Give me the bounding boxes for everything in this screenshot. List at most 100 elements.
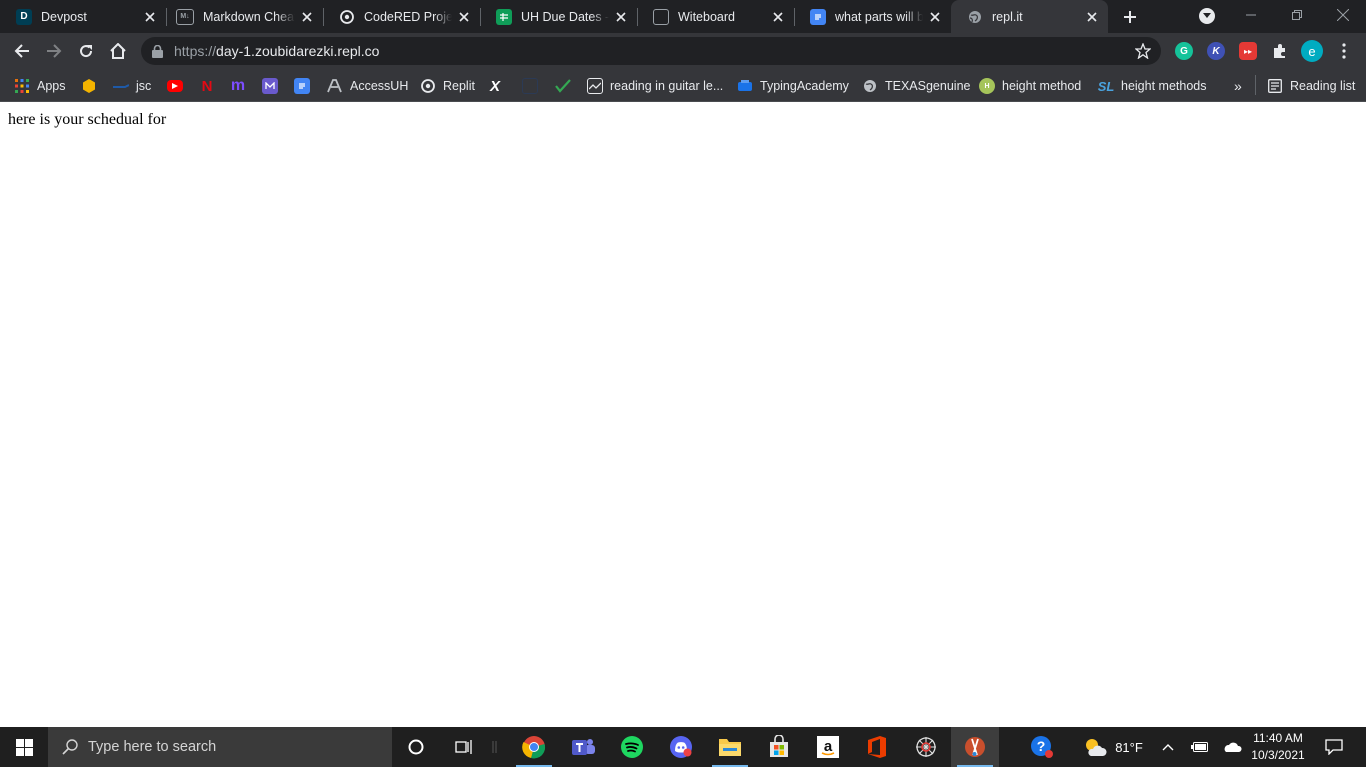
bookmark-label: height method (1002, 79, 1082, 93)
discord-taskbar-icon[interactable] (657, 727, 705, 767)
bookmark-height-method[interactable]: H height method (979, 74, 1081, 98)
bookmark-replit[interactable]: Replit (420, 74, 475, 98)
bookmarks-separator (1255, 75, 1256, 95)
amazon-taskbar-icon[interactable]: a (804, 727, 852, 767)
docs-icon (810, 8, 826, 25)
show-hidden-icons-chevron-up-icon[interactable] (1156, 727, 1180, 767)
close-icon[interactable] (927, 9, 943, 25)
page-text: here is your schedual for (8, 111, 167, 128)
taskbar-divider (480, 727, 510, 767)
close-icon[interactable] (1084, 9, 1100, 25)
replit-icon (420, 78, 436, 94)
microsoft-store-taskbar-icon[interactable] (755, 727, 803, 767)
tab-codered[interactable]: CodeRED Project (323, 0, 480, 33)
clock-date: 10/3/2021 (1251, 748, 1305, 762)
lock-icon[interactable] (152, 44, 164, 58)
reading-list-button[interactable]: Reading list (1267, 74, 1355, 98)
close-icon[interactable] (613, 9, 629, 25)
extensions-puzzle-icon[interactable] (1271, 42, 1289, 60)
bookmark-star-icon[interactable] (1134, 42, 1152, 60)
docs-icon (294, 78, 310, 94)
snipping-tool-taskbar-icon[interactable] (951, 727, 999, 767)
tab-replit-active[interactable]: repl.it (951, 0, 1108, 33)
reload-button[interactable] (72, 37, 100, 65)
system-clock[interactable]: 11:40 AM 10/3/2021 (1248, 730, 1308, 764)
bookmark-label: jsc (136, 79, 152, 93)
bookmark-label: TEXASgenuine (885, 79, 971, 93)
help-icon[interactable]: ? (1025, 727, 1059, 767)
windows-icon (15, 738, 33, 756)
grammarly-icon[interactable]: G (1175, 42, 1193, 60)
jsc-icon (113, 78, 129, 94)
back-button[interactable] (8, 37, 36, 65)
devpost-icon: D (16, 8, 32, 25)
markdown-icon: M↓ (176, 8, 194, 25)
close-icon[interactable] (142, 9, 158, 25)
home-button[interactable] (104, 37, 132, 65)
bookmark-guitar[interactable]: reading in guitar le... (587, 74, 723, 98)
bookmark-green[interactable] (555, 74, 578, 98)
address-bar[interactable]: https://day-1.zoubidarezki.repl.co (141, 37, 1161, 65)
video-speed-icon[interactable]: ▸▸ (1239, 42, 1257, 60)
bookmark-apps[interactable]: Apps (14, 74, 66, 98)
restore-button[interactable] (1274, 0, 1320, 30)
close-window-button[interactable] (1320, 0, 1366, 30)
tab-devpost[interactable]: D Devpost (0, 0, 166, 33)
bookmark-youtube[interactable] (167, 74, 190, 98)
bookmark-m[interactable]: m (230, 74, 253, 98)
kami-icon[interactable]: K (1207, 42, 1225, 60)
bookmark-jsc[interactable]: jsc (113, 74, 151, 98)
start-button[interactable] (0, 727, 48, 767)
weather-widget[interactable]: 81°F (1078, 727, 1148, 767)
bookmark-purple[interactable] (262, 74, 285, 98)
cortana-button[interactable] (392, 727, 440, 767)
teams-taskbar-icon[interactable] (559, 727, 607, 767)
youtube-icon (167, 80, 183, 92)
close-icon[interactable] (770, 9, 786, 25)
tab-witeboard[interactable]: Witeboard (637, 0, 794, 33)
onedrive-cloud-icon[interactable] (1218, 727, 1246, 767)
bookmark-netflix[interactable]: N (199, 74, 222, 98)
tab-uh-due-dates[interactable]: UH Due Dates - G (480, 0, 637, 33)
bookmark-accessuh[interactable]: AccessUH (327, 74, 408, 98)
bookmark-typing[interactable]: TypingAcademy (737, 74, 849, 98)
close-icon[interactable] (456, 9, 472, 25)
browser-toolbar: https://day-1.zoubidarezki.repl.co G K ▸… (0, 33, 1366, 69)
tab-markdown[interactable]: M↓ Markdown Cheatsheet (166, 0, 323, 33)
tab-title: Markdown Cheatsheet (203, 9, 295, 24)
check-logo-icon (555, 78, 571, 94)
chrome-taskbar-icon[interactable] (510, 727, 558, 767)
more-bookmarks-button[interactable]: » (1234, 74, 1242, 98)
partly-sunny-icon (1083, 737, 1107, 757)
tab-title: CodeRED Project (364, 9, 452, 24)
replit-icon (339, 9, 355, 25)
svg-text:?: ? (1037, 738, 1046, 754)
web-app-taskbar-icon[interactable] (902, 727, 950, 767)
weather-temperature: 81°F (1115, 739, 1143, 755)
bookmark-height-methods[interactable]: SL height methods (1098, 74, 1207, 98)
notifications-icon[interactable] (1318, 727, 1350, 767)
bookmark-texasgenuine[interactable]: TEXASgenuine (862, 74, 970, 98)
witeboard-icon (653, 8, 669, 25)
office-taskbar-icon[interactable] (853, 727, 901, 767)
battery-icon[interactable] (1186, 727, 1214, 767)
bookmark-hexagon[interactable] (81, 74, 104, 98)
file-explorer-taskbar-icon[interactable] (706, 727, 754, 767)
forward-button[interactable] (40, 37, 68, 65)
image-icon (587, 78, 603, 94)
spotify-taskbar-icon[interactable] (608, 727, 656, 767)
menu-kebab-icon[interactable] (1335, 42, 1353, 60)
bookmark-docs[interactable] (294, 74, 317, 98)
tab-search-icon[interactable] (1199, 8, 1215, 24)
tab-docs[interactable]: what parts will be (794, 0, 951, 33)
taskbar-search-input[interactable]: Type here to search (48, 727, 392, 767)
profile-avatar[interactable]: e (1301, 40, 1323, 62)
bookmark-x[interactable]: X (490, 74, 500, 98)
minimize-button[interactable] (1228, 0, 1274, 30)
search-placeholder: Type here to search (88, 739, 217, 755)
new-tab-button[interactable] (1118, 5, 1142, 29)
bookmark-dark[interactable] (522, 74, 545, 98)
close-icon[interactable] (299, 9, 315, 25)
bookmarks-bar: Apps jsc N m AccessUH Replit X reading i… (0, 69, 1366, 102)
windows-taskbar: Type here to search a ? 81°F 11:40 AM 10… (0, 727, 1366, 767)
